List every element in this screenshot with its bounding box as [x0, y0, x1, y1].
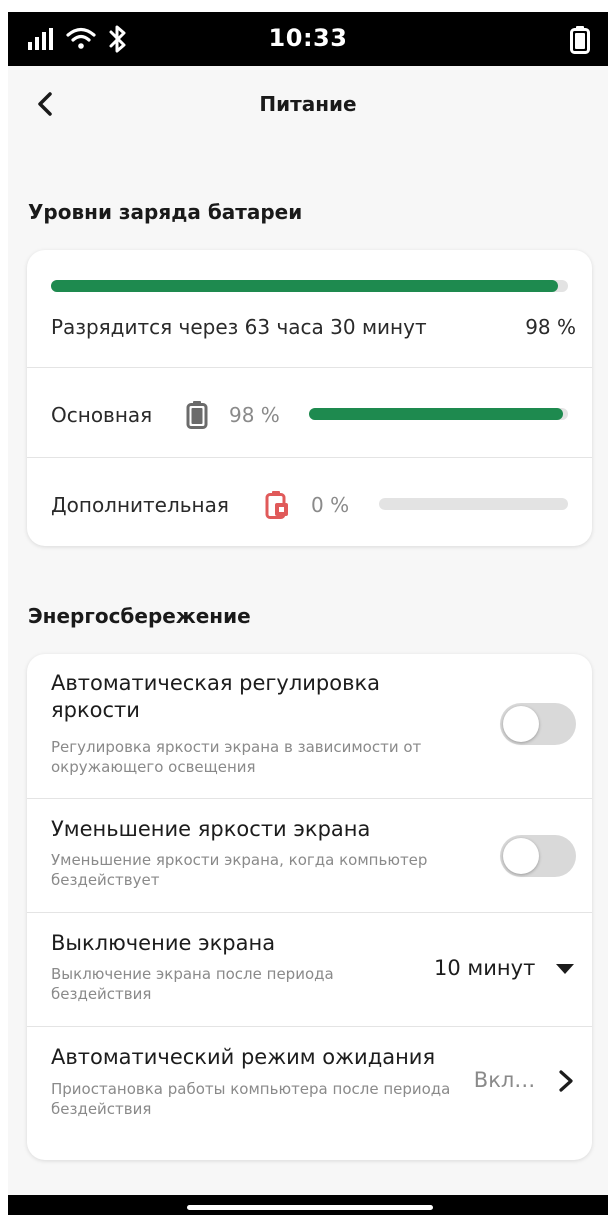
toggle-knob: [503, 838, 539, 874]
dim-screen-toggle[interactable]: [500, 835, 576, 877]
total-charge-bar: [51, 280, 568, 292]
battery-icon: [570, 26, 590, 54]
divider: [27, 457, 592, 458]
total-charge-fill: [51, 280, 558, 292]
primary-battery-fill: [309, 408, 563, 420]
battery-section-title: Уровни заряда батареи: [28, 200, 303, 224]
energy-card: Автоматическая регулировка яркости Регул…: [27, 654, 592, 1160]
home-indicator[interactable]: [187, 1205, 433, 1210]
divider: [27, 912, 592, 913]
primary-battery-bar: [309, 408, 568, 420]
total-charge-percent: 98 %: [525, 315, 576, 339]
settings-screen: 10:33 Питание Уровни заряда батареи Разр…: [8, 12, 608, 1215]
battery-card: Разрядится через 63 часа 30 минут 98 % О…: [27, 250, 592, 546]
caret-down-icon: [556, 964, 574, 974]
auto-sleep-value: Вкл…: [473, 1068, 536, 1092]
screen-off-dropdown[interactable]: 10 минут: [434, 956, 576, 980]
battery-icon: [186, 401, 208, 429]
primary-battery-percent: 98 %: [229, 403, 280, 427]
auto-sleep-description: Приостановка работы компьютера после пер…: [51, 1080, 451, 1118]
discharge-estimate: Разрядится через 63 часа 30 минут: [51, 315, 427, 339]
chevron-right-icon: [559, 1070, 573, 1092]
secondary-battery-percent: 0 %: [311, 493, 350, 517]
battery-locked-icon: [265, 491, 288, 519]
page-title: Питание: [259, 92, 357, 116]
auto-brightness-title: Автоматическая регулировка яркости: [51, 671, 381, 722]
secondary-battery-label: Дополнительная: [51, 493, 229, 517]
nav-header: Питание: [8, 66, 608, 142]
energy-section-title: Энергосбережение: [28, 604, 251, 628]
screen-off-value: 10 минут: [434, 956, 536, 980]
status-bar: 10:33: [8, 12, 608, 66]
auto-brightness-description: Регулировка яркости экрана в зависимости…: [51, 738, 422, 776]
status-time: 10:33: [268, 24, 348, 52]
auto-sleep-link[interactable]: Вкл…: [474, 1068, 576, 1093]
divider: [27, 798, 592, 799]
primary-battery-label: Основная: [51, 403, 153, 427]
screen-off-description: Выключение экрана после периода бездейст…: [51, 965, 334, 1003]
dim-screen-title: Уменьшение яркости экрана: [51, 817, 371, 841]
toggle-knob: [503, 706, 539, 742]
home-indicator-area: [8, 1195, 608, 1215]
secondary-battery-bar: [379, 498, 568, 510]
auto-brightness-toggle[interactable]: [500, 703, 576, 745]
auto-sleep-title: Автоматический режим ожидания: [51, 1045, 436, 1069]
divider: [27, 1026, 592, 1027]
dim-screen-description: Уменьшение яркости экрана, когда компьют…: [51, 851, 428, 889]
divider: [27, 367, 592, 368]
screen-off-title: Выключение экрана: [51, 931, 276, 955]
